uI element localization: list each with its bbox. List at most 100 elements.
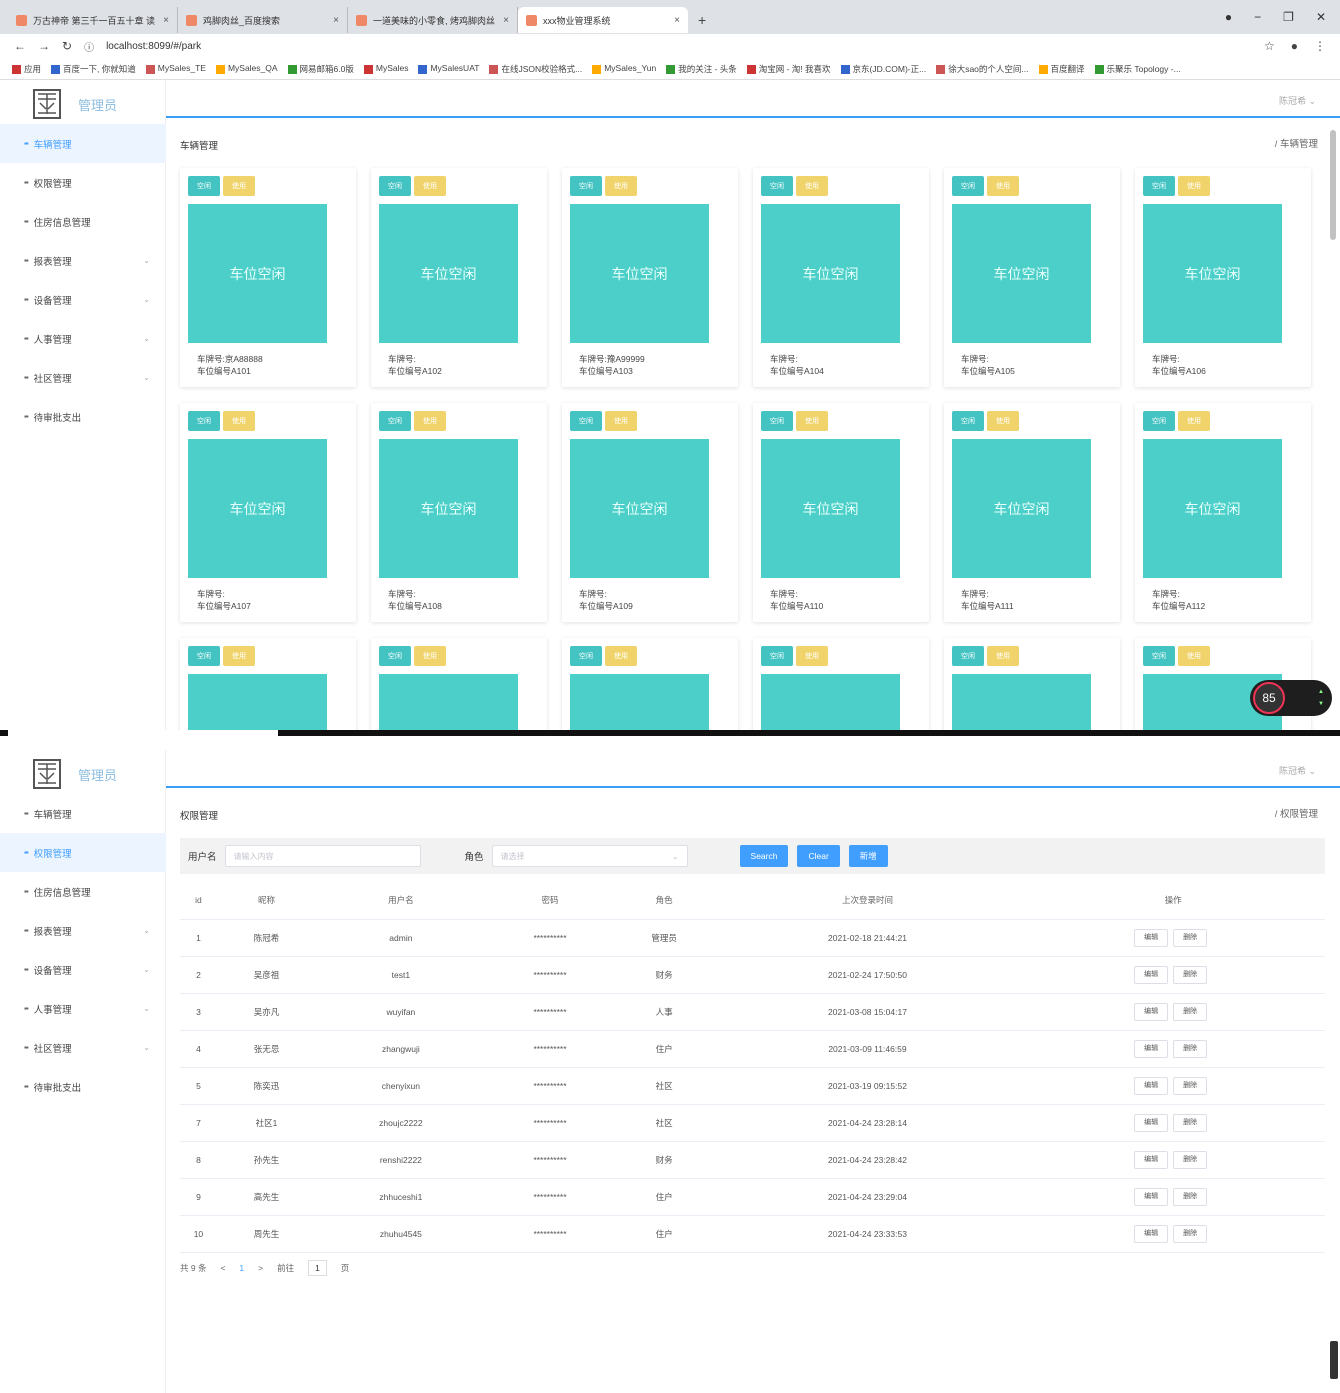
used-tag[interactable]: 使用 bbox=[605, 411, 637, 431]
delete-button[interactable]: 删除 bbox=[1173, 928, 1208, 947]
free-tag[interactable]: 空闲 bbox=[952, 411, 984, 431]
used-tag[interactable]: 使用 bbox=[414, 176, 446, 196]
profile-icon[interactable]: ● bbox=[1225, 10, 1232, 24]
free-tag[interactable]: 空闲 bbox=[1143, 176, 1175, 196]
sidebar-item[interactable]: ▪▪ 人事管理 ⌄ bbox=[0, 989, 166, 1028]
used-tag[interactable]: 使用 bbox=[605, 176, 637, 196]
bookmark-item[interactable]: MySales_QA bbox=[215, 63, 278, 74]
parking-card[interactable]: 空闲 使用 车位空闲 车牌号: 车位编号A108 bbox=[371, 403, 547, 622]
close-tab-icon[interactable]: × bbox=[333, 15, 339, 26]
used-tag[interactable]: 使用 bbox=[223, 176, 255, 196]
free-tag[interactable]: 空闲 bbox=[188, 411, 220, 431]
sidebar-item[interactable]: ▪▪ 住房信息管理 bbox=[0, 202, 166, 241]
free-tag[interactable]: 空闲 bbox=[1143, 411, 1175, 431]
delete-button[interactable]: 删除 bbox=[1173, 1002, 1208, 1021]
parking-card[interactable]: 空闲 使用 车位空闲 车牌号: 车位编号A112 bbox=[1135, 403, 1311, 622]
free-tag[interactable]: 空闲 bbox=[761, 176, 793, 196]
used-tag[interactable]: 使用 bbox=[987, 411, 1019, 431]
sidebar-item[interactable]: ▪▪ 报表管理 ⌄ bbox=[0, 911, 166, 950]
edit-button[interactable]: 编辑 bbox=[1134, 1187, 1169, 1206]
perf-widget[interactable]: 85 ▲ ▼ bbox=[1250, 680, 1332, 716]
current-page[interactable]: 1 bbox=[239, 1263, 244, 1273]
menu-dots-icon[interactable]: ⋮ bbox=[1314, 39, 1326, 53]
role-select[interactable]: 请选择 ⌄ bbox=[491, 845, 688, 867]
used-tag[interactable]: 使用 bbox=[987, 646, 1019, 666]
sidebar-item[interactable]: ▪▪ 待审批支出 bbox=[0, 1067, 166, 1106]
bookmark-item[interactable]: 乐聚乐 Topology -... bbox=[1094, 63, 1181, 75]
parking-card[interactable]: 空闲 使用 车位空闲 车牌号:京A88888 车位编号A101 bbox=[180, 168, 356, 387]
edit-button[interactable]: 编辑 bbox=[1134, 1113, 1169, 1132]
used-tag[interactable]: 使用 bbox=[414, 646, 446, 666]
delete-button[interactable]: 删除 bbox=[1173, 1150, 1208, 1169]
reload-icon[interactable]: ↻ bbox=[62, 39, 72, 53]
edit-button[interactable]: 编辑 bbox=[1134, 928, 1169, 947]
free-tag[interactable]: 空闲 bbox=[952, 646, 984, 666]
next-page-button[interactable]: > bbox=[258, 1263, 263, 1273]
free-tag[interactable]: 空闲 bbox=[379, 411, 411, 431]
browser-tab[interactable]: 一道美味的小零食, 烤鸡脚肉丝 × bbox=[348, 7, 518, 33]
close-tab-icon[interactable]: × bbox=[163, 15, 169, 26]
delete-button[interactable]: 删除 bbox=[1173, 1076, 1208, 1095]
parking-card[interactable]: 空闲 使用 车位空闲 车牌号: 车位编号A111 bbox=[944, 403, 1120, 622]
new-tab-icon[interactable]: + bbox=[688, 7, 716, 33]
bookmark-item[interactable]: MySales bbox=[363, 63, 408, 74]
bookmark-item[interactable]: 徐大sao的个人空间... bbox=[936, 63, 1029, 75]
close-tab-icon[interactable]: × bbox=[503, 15, 509, 26]
parking-card[interactable]: 空闲 使用 车位空闲 车牌号: 车位编号A106 bbox=[1135, 168, 1311, 387]
scrollbar[interactable] bbox=[1330, 130, 1336, 240]
url-field[interactable]: localhost:8099/#/park bbox=[106, 41, 201, 52]
delete-button[interactable]: 删除 bbox=[1173, 1113, 1208, 1132]
parking-card[interactable]: 空闲使用车位空闲 bbox=[944, 638, 1120, 730]
parking-card[interactable]: 空闲 使用 车位空闲 车牌号: 车位编号A109 bbox=[562, 403, 738, 622]
account-icon[interactable]: ● bbox=[1291, 39, 1298, 53]
user-dropdown[interactable]: 陈冠希 ⌄ bbox=[1279, 94, 1316, 107]
used-tag[interactable]: 使用 bbox=[223, 646, 255, 666]
used-tag[interactable]: 使用 bbox=[796, 646, 828, 666]
edit-button[interactable]: 编辑 bbox=[1134, 1224, 1169, 1243]
sidebar-item[interactable]: ▪▪ 待审批支出 bbox=[0, 397, 166, 436]
side-handle[interactable] bbox=[1330, 1341, 1338, 1379]
edit-button[interactable]: 编辑 bbox=[1134, 1002, 1169, 1021]
parking-card[interactable]: 空闲 使用 车位空闲 车牌号: 车位编号A105 bbox=[944, 168, 1120, 387]
browser-tab[interactable]: 鸡脚肉丝_百度搜索 × bbox=[178, 7, 348, 33]
free-tag[interactable]: 空闲 bbox=[570, 411, 602, 431]
close-window-icon[interactable]: ✕ bbox=[1316, 10, 1326, 24]
parking-card[interactable]: 空闲 使用 车位空闲 车牌号: 车位编号A107 bbox=[180, 403, 356, 622]
used-tag[interactable]: 使用 bbox=[987, 176, 1019, 196]
delete-button[interactable]: 删除 bbox=[1173, 965, 1208, 984]
sidebar-item[interactable]: ▪▪ 设备管理 ⌄ bbox=[0, 280, 166, 319]
maximize-icon[interactable]: ❐ bbox=[1283, 10, 1294, 24]
sidebar-item[interactable]: ▪▪ 报表管理 ⌄ bbox=[0, 241, 166, 280]
bookmark-item[interactable]: 应用 bbox=[12, 63, 41, 75]
bookmark-item[interactable]: MySalesUAT bbox=[418, 63, 479, 74]
sidebar-item[interactable]: ▪▪ 权限管理 bbox=[0, 163, 166, 202]
parking-card[interactable]: 空闲 使用 车位空闲 车牌号:豫A99999 车位编号A103 bbox=[562, 168, 738, 387]
used-tag[interactable]: 使用 bbox=[605, 646, 637, 666]
parking-card[interactable]: 空闲使用车位空闲 bbox=[180, 638, 356, 730]
used-tag[interactable]: 使用 bbox=[1178, 646, 1210, 666]
parking-card[interactable]: 空闲使用车位空闲 bbox=[371, 638, 547, 730]
sidebar-item[interactable]: ▪▪ 设备管理 ⌄ bbox=[0, 950, 166, 989]
sidebar-item[interactable]: ▪▪ 住房信息管理 bbox=[0, 872, 166, 911]
bookmark-item[interactable]: 我的关注 - 头条 bbox=[666, 63, 737, 75]
free-tag[interactable]: 空闲 bbox=[570, 646, 602, 666]
edit-button[interactable]: 编辑 bbox=[1134, 1076, 1169, 1095]
free-tag[interactable]: 空闲 bbox=[379, 176, 411, 196]
delete-button[interactable]: 删除 bbox=[1173, 1187, 1208, 1206]
free-tag[interactable]: 空闲 bbox=[761, 646, 793, 666]
delete-button[interactable]: 删除 bbox=[1173, 1039, 1208, 1058]
parking-card[interactable]: 空闲使用车位空闲 bbox=[562, 638, 738, 730]
browser-tab[interactable]: 万古神帝 第三千一百五十章 读 × bbox=[8, 7, 178, 33]
parking-card[interactable]: 空闲 使用 车位空闲 车牌号: 车位编号A102 bbox=[371, 168, 547, 387]
sidebar-item[interactable]: ▪▪ 社区管理 ⌄ bbox=[0, 1028, 166, 1067]
search-button[interactable]: Search bbox=[739, 845, 789, 867]
parking-card[interactable]: 空闲使用车位空闲 bbox=[753, 638, 929, 730]
free-tag[interactable]: 空闲 bbox=[761, 411, 793, 431]
sidebar-item[interactable]: ▪▪ 车辆管理 bbox=[0, 794, 166, 833]
minimize-icon[interactable]: − bbox=[1254, 10, 1261, 24]
back-icon[interactable]: ← bbox=[14, 39, 26, 53]
sidebar-item[interactable]: ▪▪ 人事管理 ⌄ bbox=[0, 319, 166, 358]
delete-button[interactable]: 删除 bbox=[1173, 1224, 1208, 1243]
free-tag[interactable]: 空闲 bbox=[952, 176, 984, 196]
bookmark-item[interactable]: 网易邮箱6.0版 bbox=[287, 63, 354, 75]
